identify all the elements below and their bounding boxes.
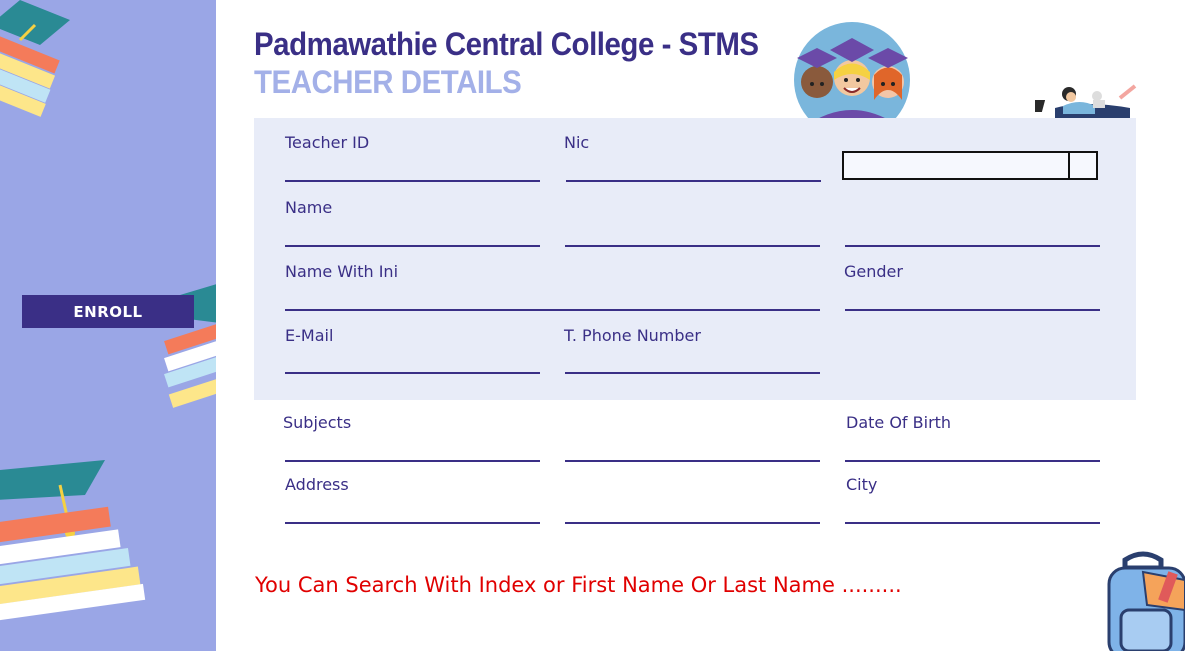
page-title: Padmawathie Central College - STMS <box>254 26 759 62</box>
middle-name-input[interactable] <box>565 223 820 247</box>
search-hint: You Can Search With Index or First Name … <box>255 573 902 597</box>
last-name-input[interactable] <box>845 223 1100 247</box>
gender-label: Gender <box>844 262 903 281</box>
subjects-input-2[interactable] <box>565 438 820 462</box>
name-label: Name <box>285 198 333 217</box>
gender-input[interactable] <box>845 287 1100 311</box>
subjects-label: Subjects <box>283 413 352 432</box>
subjects-input-1[interactable] <box>285 438 540 462</box>
first-name-input[interactable] <box>285 223 540 247</box>
search-combobox[interactable] <box>842 151 1098 180</box>
backpack-icon <box>1107 551 1185 651</box>
phone-label: T. Phone Number <box>564 326 701 345</box>
name-with-ini-input[interactable] <box>285 287 820 311</box>
books-stack-icon <box>0 460 146 622</box>
combobox-dropdown-button[interactable] <box>1068 153 1096 178</box>
name-with-ini-label: Name With Ini <box>285 262 399 281</box>
email-input[interactable] <box>285 350 540 374</box>
sidebar: ENROLL <box>0 0 216 651</box>
address-label: Address <box>285 475 349 494</box>
city-label: City <box>846 475 878 494</box>
city-input[interactable] <box>845 500 1100 524</box>
nic-input[interactable] <box>566 158 821 182</box>
address-input-2[interactable] <box>565 500 820 524</box>
nic-label: Nic <box>564 133 590 152</box>
phone-input[interactable] <box>565 350 820 374</box>
page-subtitle: TEACHER DETAILS <box>254 64 522 100</box>
student-laptop-illustration <box>1035 84 1137 118</box>
enroll-button[interactable]: ENROLL <box>22 295 194 328</box>
dob-input[interactable] <box>845 438 1100 462</box>
teacher-id-label: Teacher ID <box>285 133 370 152</box>
books-stack-icon <box>0 0 70 117</box>
email-label: E-Mail <box>285 326 334 345</box>
dob-label: Date Of Birth <box>846 413 952 432</box>
teacher-id-input[interactable] <box>285 158 540 182</box>
address-input-1[interactable] <box>285 500 540 524</box>
